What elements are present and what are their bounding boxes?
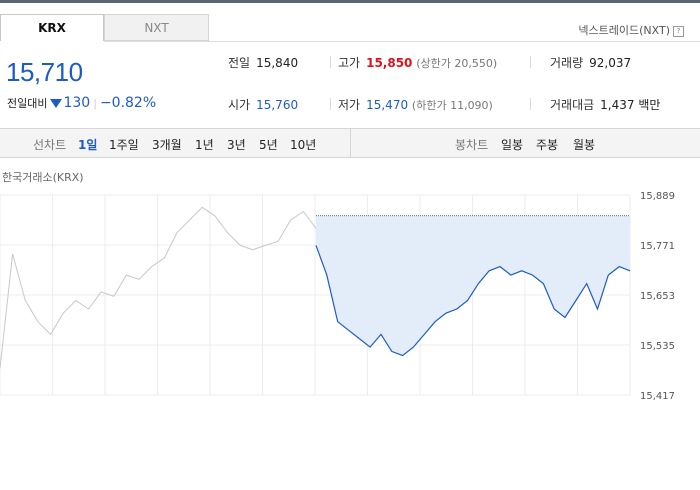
divider [530, 56, 531, 68]
nxt-link-label[interactable]: 넥스트레이드(NXT) [578, 24, 670, 37]
tabs-underline [104, 41, 700, 42]
chart-caption: 한국거래소(KRX) [2, 171, 84, 184]
y-tick-label: 15,653 [640, 291, 675, 302]
low: 저가 15,470 (하한가 11,090) [338, 96, 493, 113]
down-arrow-icon [50, 99, 63, 108]
period-weekly[interactable]: 주봉 [536, 136, 558, 153]
change-value: 130 [63, 95, 91, 111]
period-3m[interactable]: 3개월 [152, 136, 182, 153]
prev-close-label: 전일 [228, 56, 251, 70]
change-percent: −0.82% [99, 95, 157, 111]
amount-label: 거래대금 [550, 98, 595, 112]
prev-close: 전일 15,840 [228, 54, 298, 71]
market-tabs: KRX NXT [0, 14, 209, 41]
period-daily[interactable]: 일봉 [501, 136, 523, 153]
tab-nxt[interactable]: NXT [104, 14, 209, 41]
y-tick-label: 15,417 [640, 391, 675, 402]
low-label: 저가 [338, 98, 361, 112]
price-change: 전일대비 130 | −0.82% [7, 95, 156, 111]
upper-limit: (상한가 20,550) [416, 57, 498, 70]
high: 고가 15,850 (상한가 20,550) [338, 54, 497, 71]
amount: 거래대금 1,437 백만 [550, 96, 660, 113]
divider [330, 98, 331, 110]
open: 시가 15,760 [228, 96, 298, 113]
line-chart-label: 선차트 [33, 138, 67, 152]
volume-value: 92,037 [589, 56, 632, 70]
y-tick-labels: 15,889 15,771 15,653 15,535 15,417 [640, 191, 675, 402]
top-border [0, 0, 700, 3]
period-bar: 선차트 1일 1주일 3개월 1년 3년 5년 10년 봉차트 일봉 주봉 월봉 [0, 128, 700, 158]
volume: 거래량 92,037 [550, 54, 631, 71]
y-tick-label: 15,771 [640, 241, 675, 252]
open-label: 시가 [228, 98, 251, 112]
change-label: 전일대비 [7, 97, 48, 110]
divider [330, 56, 331, 68]
period-1d[interactable]: 1일 [78, 136, 97, 153]
period-1w[interactable]: 1주일 [109, 136, 139, 153]
period-divider [350, 129, 351, 157]
nxt-link[interactable]: 넥스트레이드(NXT)? [578, 22, 684, 38]
tab-krx[interactable]: KRX [0, 14, 104, 41]
volume-label: 거래량 [550, 56, 584, 70]
prev-close-value: 15,840 [256, 56, 299, 70]
high-value: 15,850 [366, 56, 413, 70]
y-tick-label: 15,535 [640, 341, 675, 352]
intraday-chart: 15,889 15,771 15,653 15,535 15,417 [0, 191, 675, 402]
lower-limit: (하한가 11,090) [411, 99, 493, 112]
change-separator: | [93, 97, 97, 110]
period-1y[interactable]: 1년 [195, 136, 214, 153]
candle-chart-label: 봉차트 [455, 138, 489, 152]
divider [530, 98, 531, 110]
y-tick-label: 15,889 [640, 191, 675, 202]
period-monthly[interactable]: 월봉 [573, 136, 595, 153]
period-10y[interactable]: 10년 [290, 136, 316, 153]
amount-value: 1,437 백만 [600, 98, 661, 112]
open-value: 15,760 [256, 98, 299, 112]
period-5y[interactable]: 5년 [259, 136, 278, 153]
period-3y[interactable]: 3년 [227, 136, 246, 153]
current-price: 15,710 [6, 57, 83, 87]
high-label: 고가 [338, 56, 361, 70]
low-value: 15,470 [366, 98, 409, 112]
help-icon[interactable]: ? [673, 26, 684, 37]
